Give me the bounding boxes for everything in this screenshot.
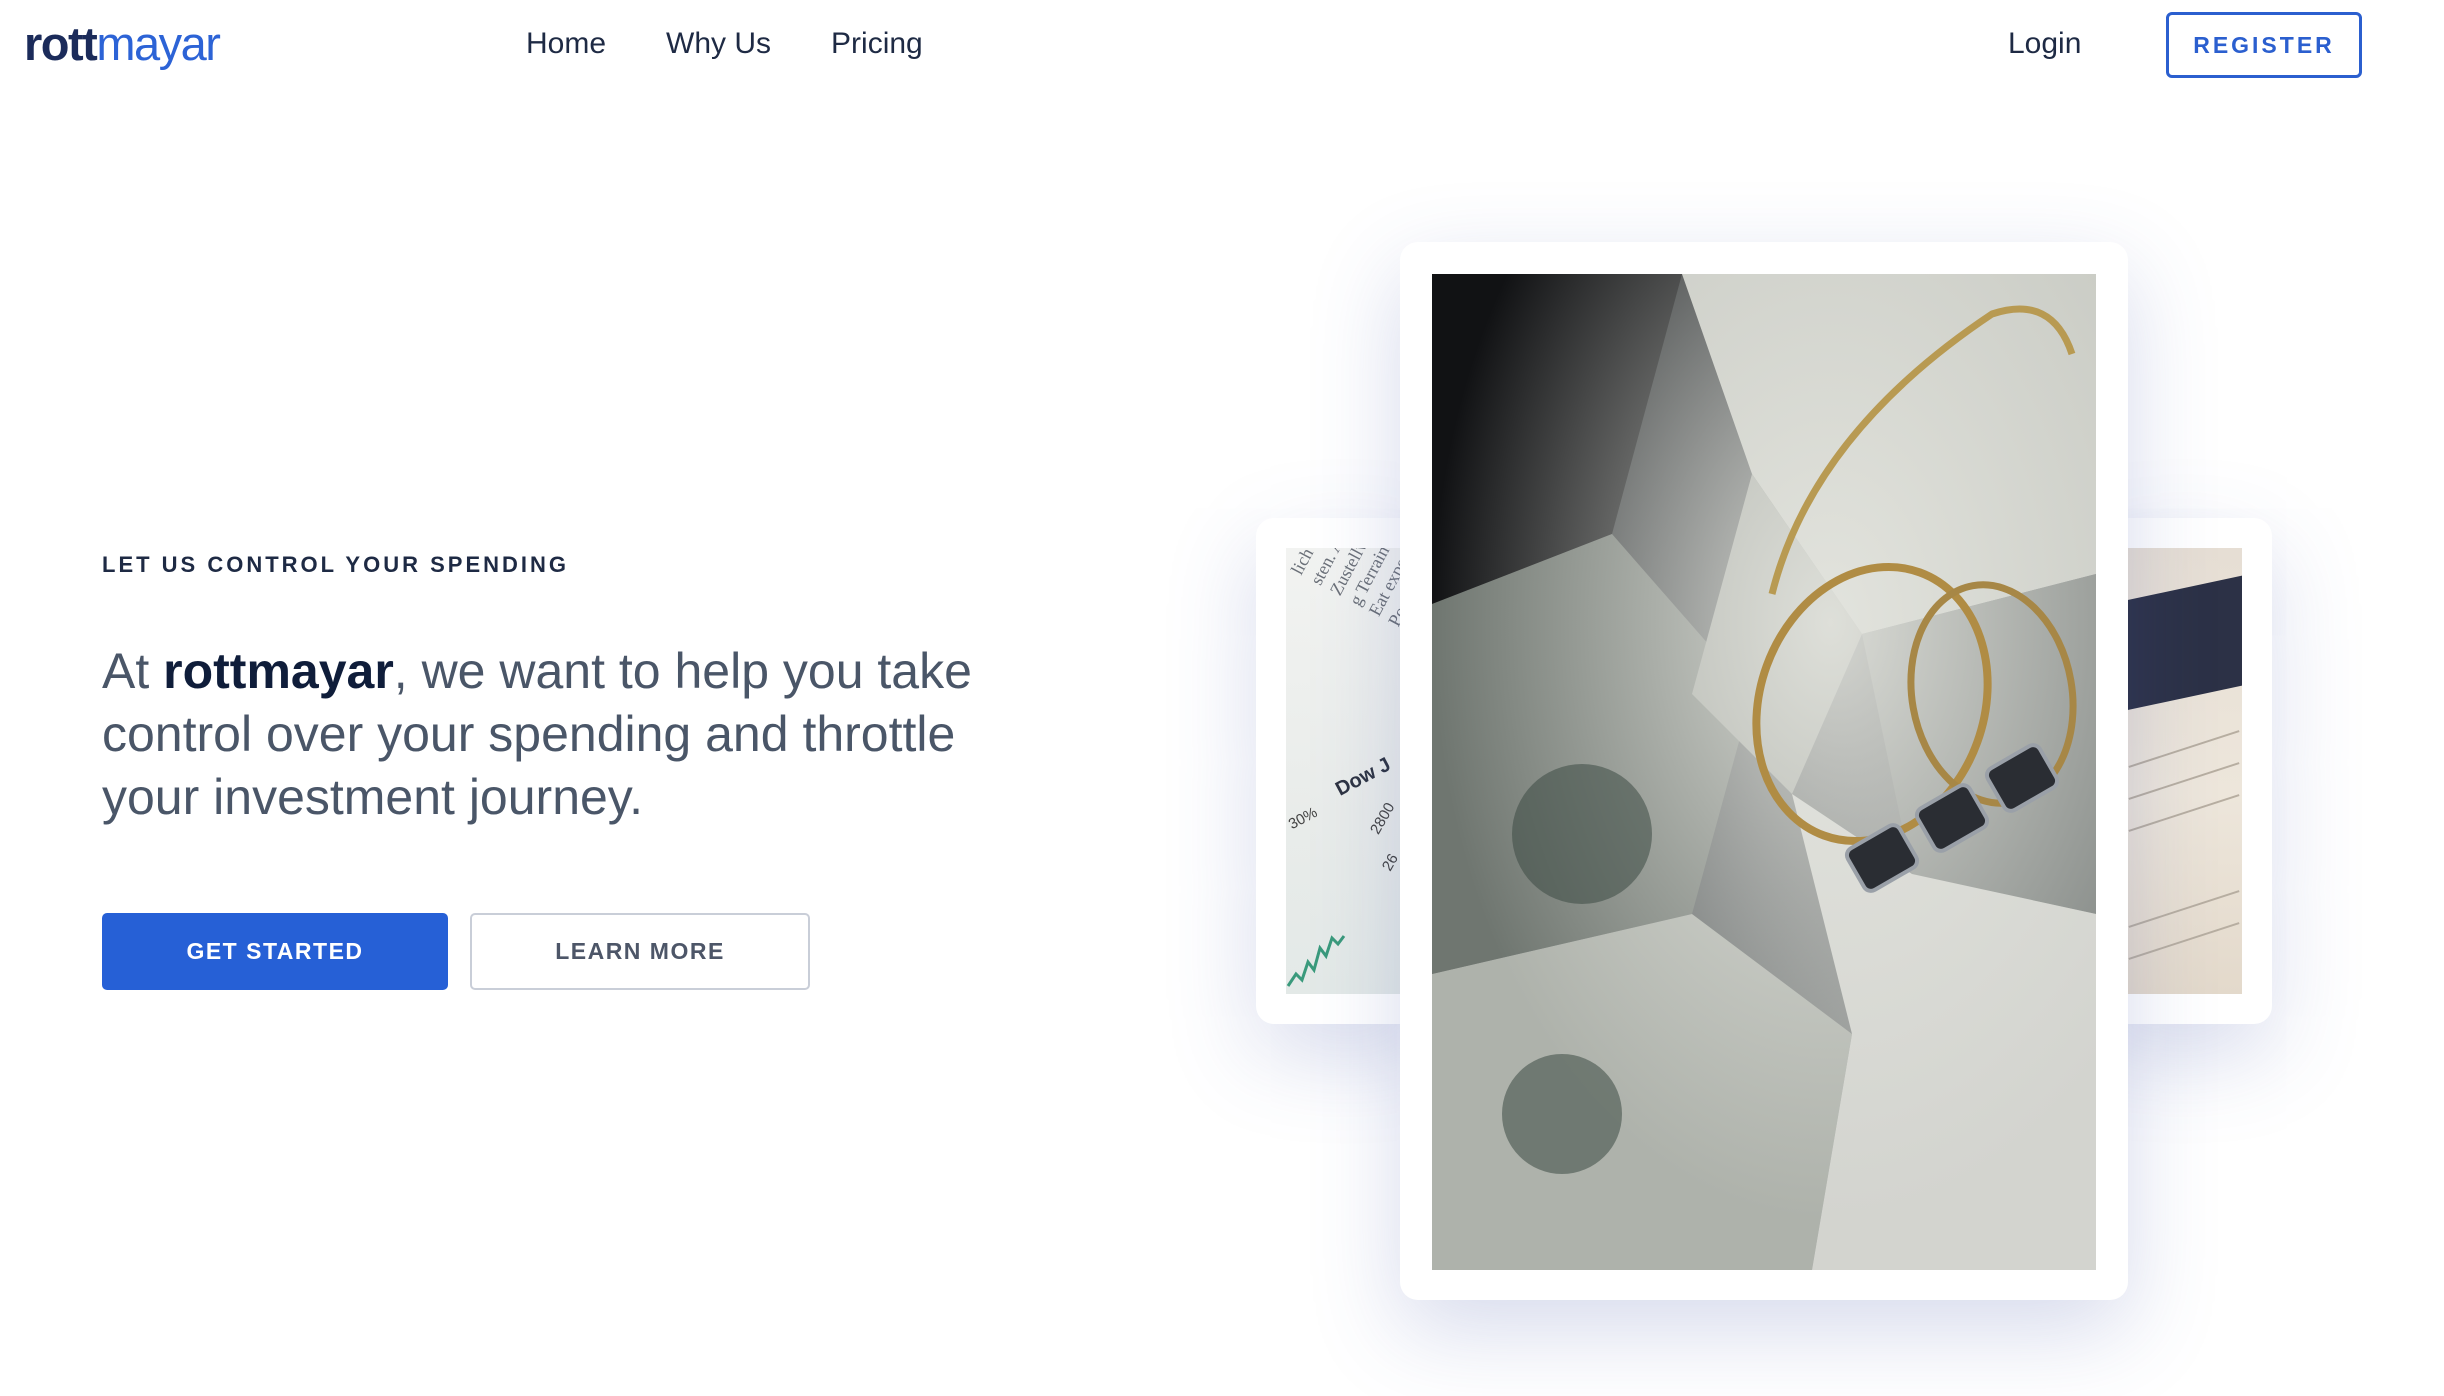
newspaper-stock-chart-image: lich für sten. Auf diese Zustellwege v g…: [1286, 548, 1402, 994]
get-started-button[interactable]: GET STARTED: [102, 913, 448, 990]
nav-pricing[interactable]: Pricing: [831, 0, 923, 88]
document-dark-patch: [2126, 575, 2242, 711]
learn-more-button[interactable]: LEARN MORE: [470, 913, 810, 990]
money-and-jewelry-image: [1432, 274, 2096, 1270]
percent-label: 30%: [1286, 803, 1321, 834]
register-button[interactable]: REGISTER: [2166, 12, 2362, 78]
document-line: [2128, 922, 2240, 960]
headline-prefix: At: [102, 643, 164, 699]
hero-eyebrow: LET US CONTROL YOUR SPENDING: [102, 552, 570, 577]
document-line: [2128, 762, 2240, 800]
hero-headline: At rottmayar, we want to help you take c…: [102, 640, 982, 829]
document-line: [2128, 730, 2240, 768]
nav-home[interactable]: Home: [526, 0, 606, 88]
crumpled-bills-illustration-icon: [1432, 274, 2096, 1270]
logo-part-rott: rott: [24, 17, 98, 70]
value-label: 2800: [1366, 799, 1399, 838]
logo[interactable]: rottmayar: [24, 14, 221, 74]
dow-label: Dow J: [1332, 753, 1395, 801]
logo-part-mayar: mayar: [96, 17, 221, 70]
main-nav: Home Why Us Pricing: [526, 0, 983, 88]
nav-why-us[interactable]: Why Us: [666, 0, 771, 88]
document-line: [2128, 794, 2240, 832]
newspaper-text: lich für sten. Auf diese Zustellwege v g…: [1286, 548, 1402, 630]
investment-document-image: [2126, 548, 2242, 994]
landing-page: rottmayar Home Why Us Pricing Login REGI…: [0, 0, 2444, 1396]
headline-brand: rottmayar: [163, 643, 394, 699]
value-label-2: 26: [1378, 851, 1402, 874]
stock-line-chart-icon: [1286, 935, 1346, 987]
nav-login[interactable]: Login: [2008, 0, 2081, 88]
document-line: [2128, 890, 2240, 928]
account-nav: Login: [2008, 0, 2141, 88]
